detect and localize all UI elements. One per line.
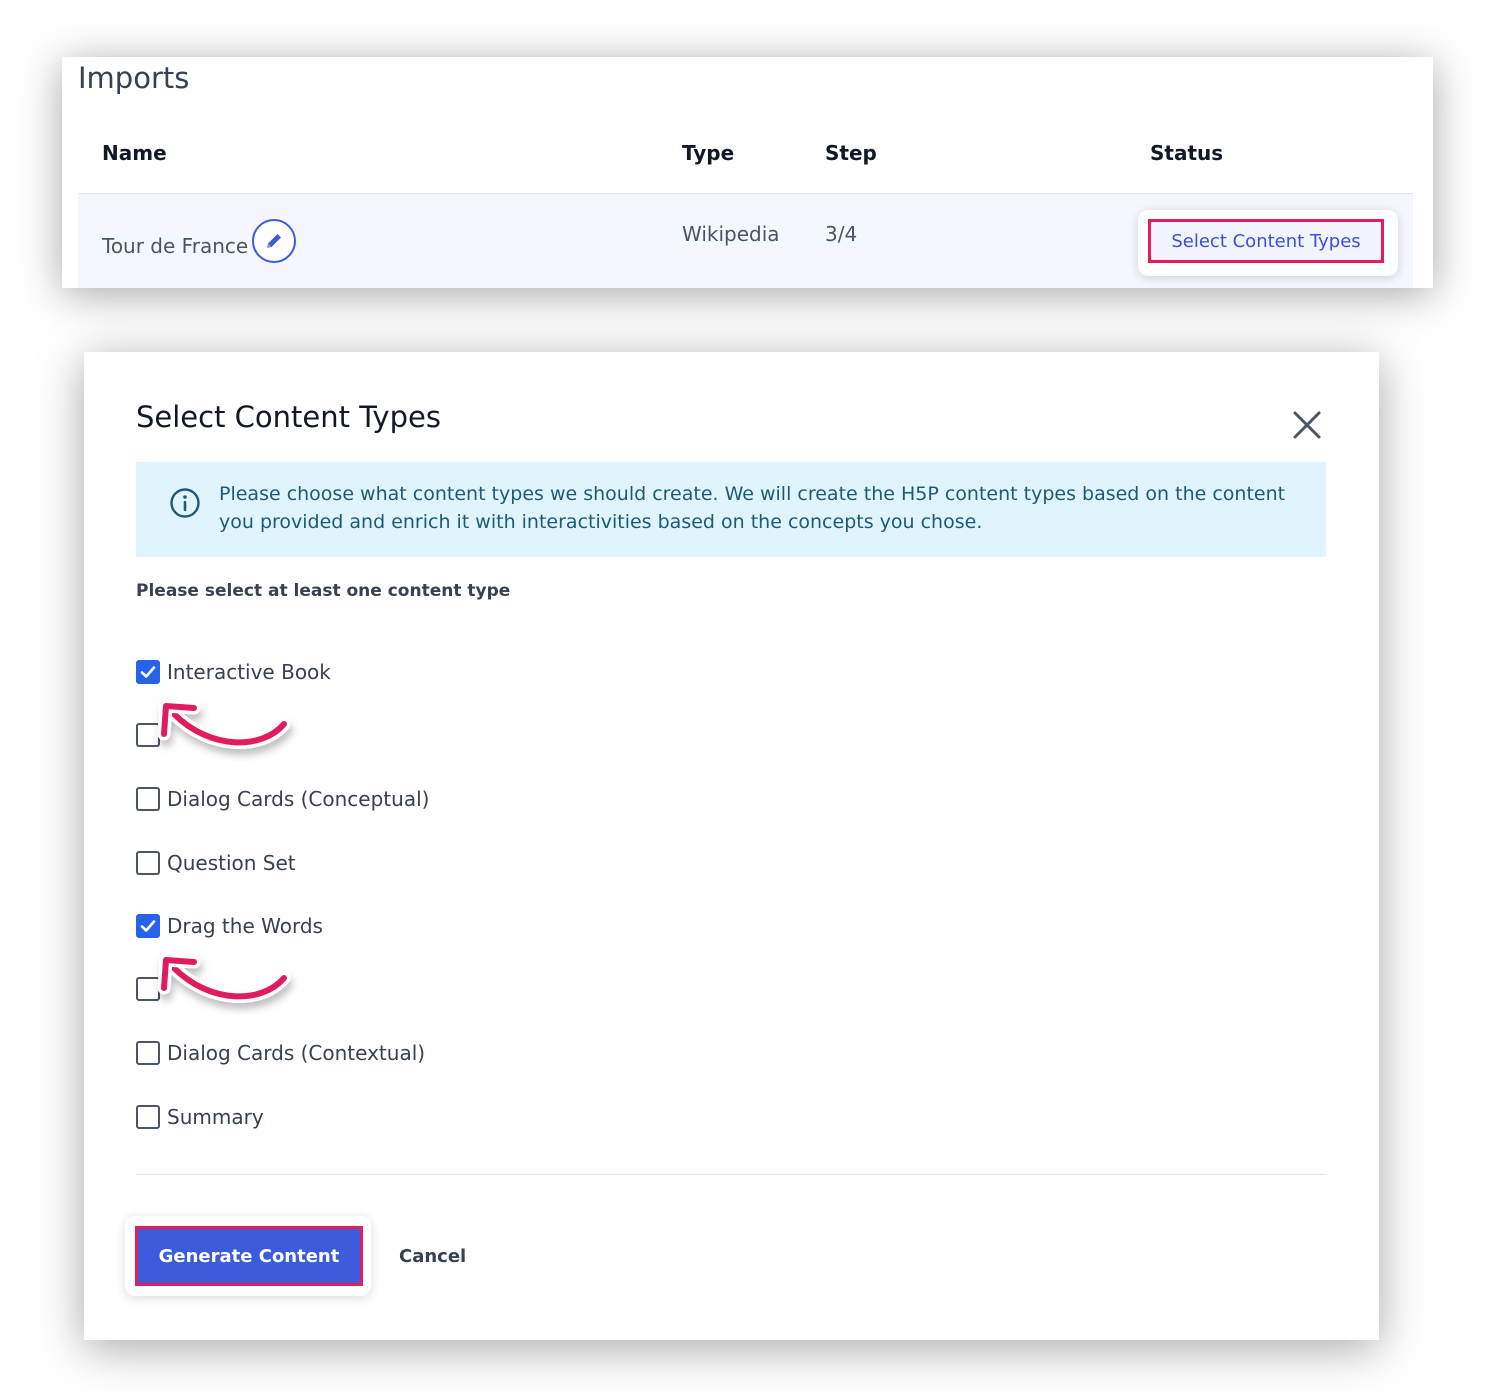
generate-content-button[interactable]: Generate Content (135, 1226, 363, 1286)
column-header-type: Type (682, 141, 735, 165)
info-text: Please choose what content types we shou… (219, 483, 1286, 533)
option-interactive-book[interactable]: Interactive Book (136, 658, 331, 686)
info-icon (170, 488, 200, 518)
option-question-set[interactable]: Question Set (136, 849, 296, 877)
option-label: Interactive Book (167, 660, 331, 684)
option-dialog-cards-contextual[interactable]: Dialog Cards (Contextual) (136, 1039, 425, 1067)
column-header-status: Status (1150, 141, 1224, 165)
import-name: Tour de France (102, 234, 249, 258)
option-dialog-cards-conceptual[interactable]: Dialog Cards (Conceptual) (136, 785, 429, 813)
curved-arrow-icon (157, 699, 291, 749)
imports-title: Imports (78, 61, 190, 95)
import-type: Wikipedia (682, 222, 780, 246)
imports-card: Imports Name Type Step Status Tour de Fr… (62, 57, 1433, 288)
selection-hint: Please select at least one content type (136, 581, 511, 601)
check-icon (140, 666, 156, 678)
check-icon (140, 920, 156, 932)
generate-highlight: Generate Content (125, 1216, 371, 1296)
table-row: Tour de France Wikipedia 3/4 Select Cont… (78, 193, 1413, 288)
edit-name-button[interactable] (252, 219, 296, 263)
option-drag-the-words[interactable]: Drag the Words (136, 912, 323, 940)
import-step: 3/4 (825, 222, 858, 246)
status-highlight: Select Content Types (1138, 210, 1398, 276)
curved-arrow-icon (157, 953, 291, 1003)
checkbox[interactable] (136, 787, 160, 811)
select-content-types-modal: Select Content Types Please choose what … (84, 352, 1379, 1340)
option-label: Drag the Words (167, 914, 323, 938)
column-header-step: Step (825, 141, 877, 165)
checkbox-checked[interactable] (136, 660, 160, 684)
option-label: Summary (167, 1105, 264, 1129)
option-summary[interactable]: Summary (136, 1103, 264, 1131)
info-alert: Please choose what content types we shou… (136, 462, 1326, 557)
option-label: Dialog Cards (Conceptual) (167, 787, 430, 811)
select-content-types-button[interactable]: Select Content Types (1148, 219, 1384, 263)
option-label: Dialog Cards (Contextual) (167, 1041, 426, 1065)
close-button[interactable] (1290, 408, 1324, 442)
checkbox-checked[interactable] (136, 914, 160, 938)
divider (136, 1174, 1326, 1175)
close-icon (1293, 411, 1321, 439)
column-header-name: Name (102, 141, 167, 165)
pencil-icon (267, 234, 281, 248)
cancel-button[interactable]: Cancel (399, 1246, 466, 1267)
checkbox[interactable] (136, 1041, 160, 1065)
modal-title: Select Content Types (136, 400, 441, 434)
checkbox[interactable] (136, 1105, 160, 1129)
option-label: Question Set (167, 851, 296, 875)
checkbox[interactable] (136, 851, 160, 875)
